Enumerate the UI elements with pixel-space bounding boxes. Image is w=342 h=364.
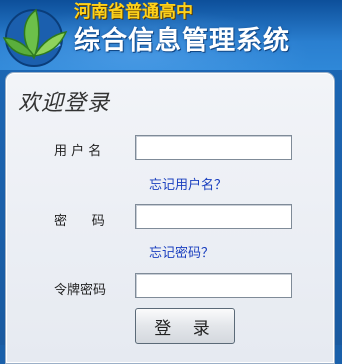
school-name: 河南省普通高中 [74, 2, 193, 22]
token-password-input[interactable] [135, 273, 292, 298]
login-panel: 欢迎登录 用 户 名 忘记用户名？ 密 码 忘记密码？ 令牌密码 登 录 [5, 72, 335, 364]
forgot-username-link[interactable]: 忘记用户名？ [149, 174, 227, 193]
login-button[interactable]: 登 录 [135, 308, 235, 344]
password-label: 密 码 [54, 214, 105, 229]
username-label: 用 户 名 [54, 144, 102, 159]
username-input[interactable] [135, 135, 292, 160]
password-input[interactable] [135, 204, 292, 229]
forgot-password-link[interactable]: 忘记密码？ [149, 242, 214, 261]
welcome-heading: 欢迎登录 [18, 91, 111, 116]
system-title: 综合信息管理系统 [74, 26, 291, 56]
header-banner: 河南省普通高中 综合信息管理系统 [0, 0, 342, 70]
token-password-label: 令牌密码 [54, 283, 107, 298]
leaf-globe-logo-icon [2, 8, 68, 67]
